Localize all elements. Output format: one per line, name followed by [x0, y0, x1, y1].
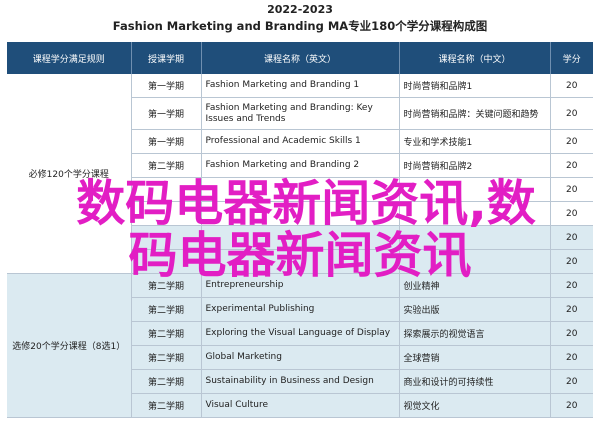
course-cn-cell: 创业精神 — [399, 273, 551, 298]
course-cn-cell: 时尚营销和品牌2 — [399, 153, 551, 178]
page-title: Fashion Marketing and Branding MA专业180个学… — [112, 19, 488, 33]
course-cn-cell: 全球营销 — [399, 345, 551, 370]
term-cell: 第二学期 — [131, 321, 202, 346]
term-cell: 第二学期 — [131, 153, 202, 178]
course-cn-cell: 实验出版 — [399, 297, 551, 322]
group-label-required: 必修120个学分课程 — [7, 74, 132, 274]
credit-cell: 20 — [550, 297, 593, 322]
course-cn-cell: 时尚营销和品牌：关键问题和趋势 — [399, 97, 551, 130]
column-header-course-en: 课程名称（英文） — [201, 42, 400, 74]
credit-cell: 20 — [550, 225, 593, 250]
course-en-cell: Global Marketing — [201, 345, 400, 370]
course-cn-cell: 时尚营销和品牌1 — [399, 74, 551, 98]
credit-cell: 20 — [550, 345, 593, 370]
credit-cell: 20 — [550, 249, 593, 274]
course-cn-cell — [399, 201, 551, 226]
course-cn-cell: 探索展示的视觉语言 — [399, 321, 551, 346]
term-cell: 第一学期 — [131, 74, 202, 98]
term-cell: 第一学期 — [131, 129, 202, 154]
course-en-cell — [201, 201, 400, 226]
credit-cell: 20 — [550, 129, 593, 154]
course-en-cell: Visual Culture — [201, 393, 400, 418]
course-cn-cell — [399, 177, 551, 202]
year-title: 2022-2023 — [267, 3, 333, 16]
table-header-row: 课程学分满足规则 授课学期 课程名称（英文） 课程名称（中文） 学分 — [7, 42, 593, 74]
column-header-course-cn: 课程名称（中文） — [399, 42, 551, 74]
term-cell — [131, 225, 202, 250]
credit-cell: 20 — [550, 273, 593, 298]
column-header-credit: 学分 — [550, 42, 593, 74]
column-header-term: 授课学期 — [131, 42, 202, 74]
term-cell: 第二学期 — [131, 345, 202, 370]
course-table: 课程学分满足规则 授课学期 课程名称（英文） 课程名称（中文） 学分 必修120… — [7, 42, 593, 418]
course-en-cell: Experimental Publishing — [201, 297, 400, 322]
course-cn-cell — [399, 249, 551, 274]
table-row: 必修120个学分课程 第一学期 Fashion Marketing and Br… — [7, 74, 593, 274]
course-en-cell: Fashion Marketing and Branding 2 — [201, 153, 400, 178]
table-row: 选修20个学分课程（8选1） 第二学期 Entrepreneurship 创业精… — [7, 273, 593, 418]
course-en-cell — [201, 249, 400, 274]
course-cn-cell — [399, 225, 551, 250]
term-cell — [131, 201, 202, 226]
term-cell — [131, 177, 202, 202]
credit-cell: 20 — [550, 74, 593, 98]
course-cn-cell: 商业和设计的可持续性 — [399, 369, 551, 394]
column-header-rule: 课程学分满足规则 — [7, 42, 132, 74]
course-en-cell: Fashion Marketing and Branding 1 — [201, 74, 400, 98]
credit-cell: 20 — [550, 177, 593, 202]
credit-cell: 20 — [550, 369, 593, 394]
term-cell: 第二学期 — [131, 369, 202, 394]
course-en-cell: Fashion Marketing and Branding: Key Issu… — [201, 97, 400, 130]
term-cell: 第二学期 — [131, 273, 202, 298]
course-en-cell: Exploring the Visual Language of Display — [201, 321, 400, 346]
course-en-cell: Entrepreneurship — [201, 273, 400, 298]
group-label-elective: 选修20个学分课程（8选1） — [7, 273, 132, 418]
course-cn-cell: 专业和学术技能1 — [399, 129, 551, 154]
term-cell: 第二学期 — [131, 393, 202, 418]
credit-cell: 20 — [550, 321, 593, 346]
course-en-cell — [201, 177, 400, 202]
term-cell — [131, 249, 202, 274]
course-en-cell: Sustainability in Business and Design — [201, 369, 400, 394]
term-cell: 第二学期 — [131, 297, 202, 322]
term-cell: 第一学期 — [131, 97, 202, 130]
credit-cell: 20 — [550, 97, 593, 130]
credit-cell: 20 — [550, 393, 593, 418]
credit-cell: 20 — [550, 201, 593, 226]
course-en-cell: Professional and Academic Skills 1 — [201, 129, 400, 154]
credit-cell: 20 — [550, 153, 593, 178]
course-en-cell — [201, 225, 400, 250]
course-cn-cell: 视觉文化 — [399, 393, 551, 418]
